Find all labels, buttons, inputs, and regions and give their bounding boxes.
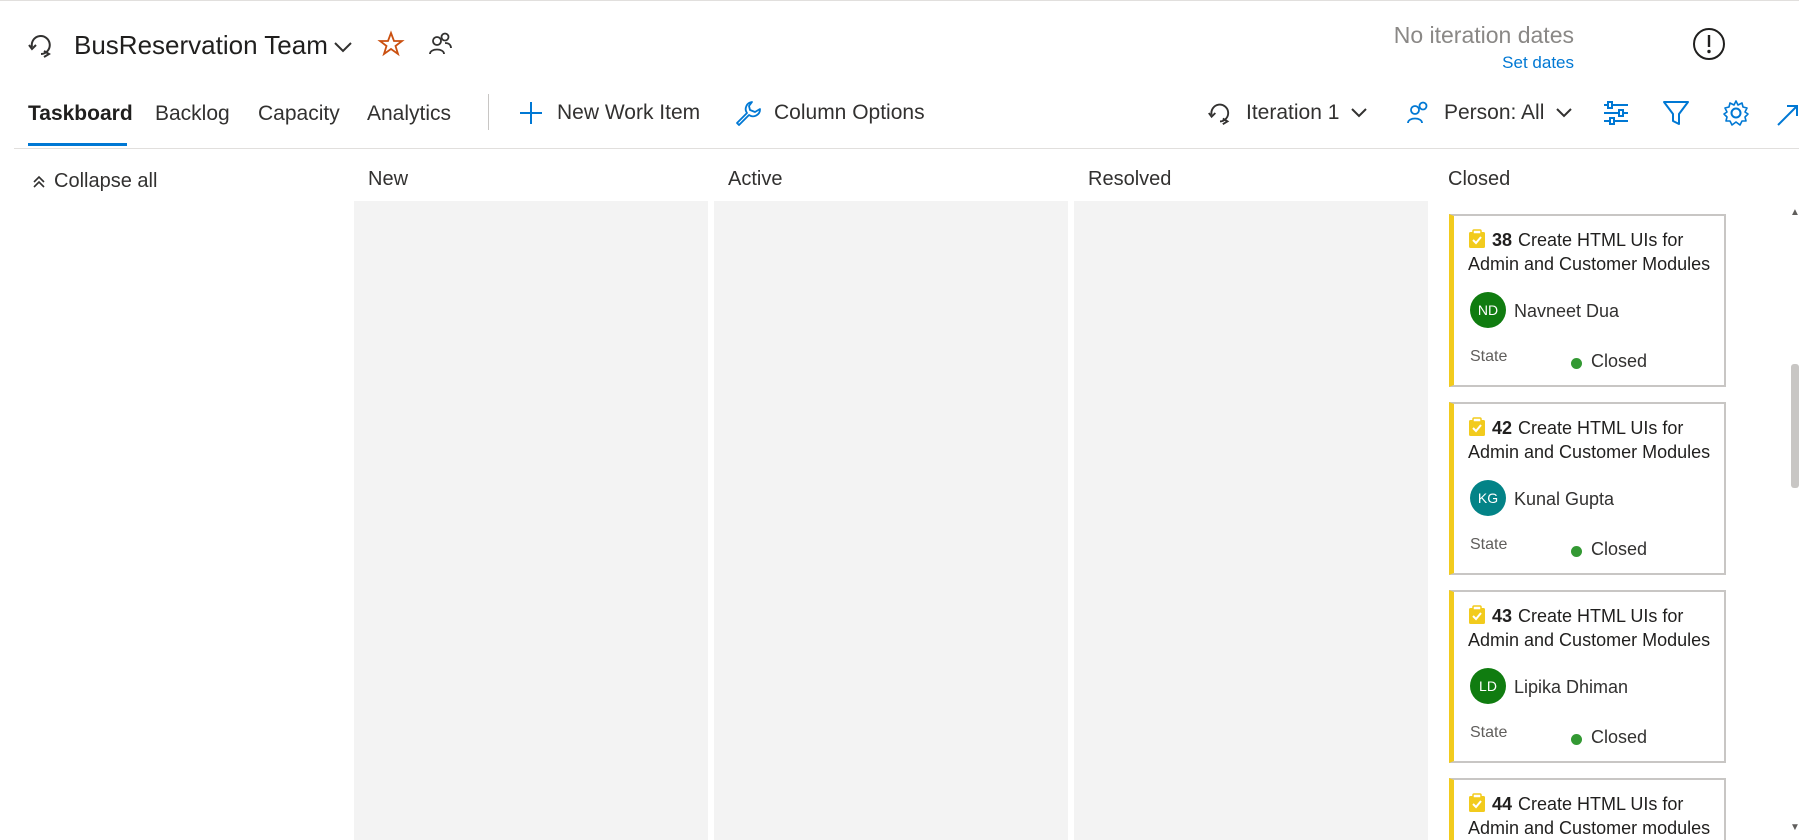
assignee-name[interactable]: Kunal Gupta	[1514, 489, 1614, 510]
column-header-resolved: Resolved	[1088, 168, 1172, 190]
tab-analytics[interactable]: Analytics	[367, 102, 451, 126]
avatar: KG	[1470, 480, 1506, 516]
state-indicator	[1571, 546, 1582, 557]
filter-icon[interactable]	[1661, 98, 1691, 128]
state-value[interactable]: Closed	[1591, 727, 1647, 748]
column-resolved	[1074, 201, 1428, 840]
chevron-down-icon	[1556, 108, 1573, 118]
task-icon	[1469, 605, 1485, 624]
work-item-card[interactable]: 43 Create HTML UIs for Admin and Customer…	[1449, 590, 1726, 763]
assignee-name[interactable]: Lipika Dhiman	[1514, 677, 1628, 698]
column-header-active: Active	[728, 168, 783, 190]
scroll-down-arrow[interactable]: ▼	[1790, 822, 1799, 833]
work-item-id[interactable]: 42	[1492, 418, 1512, 438]
nav-divider	[488, 94, 489, 130]
state-label: State	[1470, 348, 1508, 365]
new-work-item-label: New Work Item	[557, 101, 701, 124]
collapse-all-button[interactable]: Collapse all	[32, 170, 157, 193]
avatar: LD	[1470, 668, 1506, 704]
work-item-id[interactable]: 43	[1492, 606, 1512, 626]
work-item-card[interactable]: 44 Create HTML UIs for Admin and Customer…	[1449, 778, 1726, 840]
card-title-row: 44 Create HTML UIs for Admin and Customer…	[1468, 792, 1720, 840]
work-item-id[interactable]: 38	[1492, 230, 1512, 250]
iteration-label: Iteration 1	[1246, 101, 1340, 124]
column-header-closed: Closed	[1448, 168, 1511, 190]
collapse-icon	[33, 175, 45, 188]
assignee-name[interactable]: Navneet Dua	[1514, 301, 1619, 322]
fullscreen-icon[interactable]	[1775, 98, 1799, 128]
iteration-picker[interactable]: Iteration 1	[1206, 98, 1369, 128]
iteration-icon	[1208, 103, 1230, 126]
wrench-icon	[736, 101, 761, 126]
set-dates-link[interactable]: Set dates	[1394, 53, 1574, 73]
vertical-scrollbar[interactable]	[1791, 364, 1799, 488]
chevron-down-icon[interactable]	[332, 36, 354, 58]
state-value[interactable]: Closed	[1591, 539, 1647, 560]
work-item-card[interactable]: 38 Create HTML UIs for Admin and Customer…	[1449, 214, 1726, 387]
collapse-all-label: Collapse all	[54, 170, 158, 192]
task-icon	[1469, 229, 1485, 248]
tab-capacity[interactable]: Capacity	[258, 102, 340, 126]
team-members-icon[interactable]	[426, 30, 454, 58]
scroll-up-arrow[interactable]: ▲	[1790, 207, 1799, 218]
iteration-dates: No iteration dates Set dates	[1394, 22, 1574, 73]
no-iteration-dates-text: No iteration dates	[1393, 22, 1574, 48]
person-icon	[1407, 101, 1428, 124]
star-icon[interactable]	[377, 30, 405, 58]
state-value[interactable]: Closed	[1591, 351, 1647, 372]
alert-icon[interactable]	[1692, 27, 1726, 61]
column-options-button[interactable]: Column Options	[734, 98, 925, 128]
work-item-id[interactable]: 44	[1492, 794, 1512, 814]
card-title-row: 38 Create HTML UIs for Admin and Customer…	[1468, 228, 1720, 276]
team-name[interactable]: BusReservation Team	[74, 30, 328, 61]
person-filter-label: Person: All	[1444, 101, 1545, 124]
nav-bottom-border	[14, 148, 1799, 149]
column-active	[714, 201, 1068, 840]
iteration-icon	[28, 35, 51, 58]
active-tab-indicator	[28, 143, 127, 146]
task-icon	[1469, 417, 1485, 436]
state-indicator	[1571, 358, 1582, 369]
gear-icon[interactable]	[1721, 98, 1751, 128]
work-item-card[interactable]: 42 Create HTML UIs for Admin and Customer…	[1449, 402, 1726, 575]
avatar: ND	[1470, 292, 1506, 328]
settings-sliders-icon[interactable]	[1601, 98, 1631, 128]
tab-taskboard[interactable]: Taskboard	[28, 102, 133, 126]
column-new	[354, 201, 708, 840]
header: BusReservation Team No iteration dates S…	[0, 0, 1799, 90]
plus-icon	[520, 102, 542, 124]
person-filter[interactable]: Person: All	[1404, 98, 1574, 128]
chevron-down-icon	[1351, 108, 1368, 118]
column-header-new: New	[368, 168, 409, 190]
card-title-row: 43 Create HTML UIs for Admin and Customer…	[1468, 604, 1720, 652]
new-work-item-button[interactable]: New Work Item	[517, 98, 700, 128]
tab-backlog[interactable]: Backlog	[155, 102, 230, 126]
state-label: State	[1470, 536, 1508, 553]
task-icon	[1469, 793, 1485, 812]
column-options-label: Column Options	[774, 101, 925, 124]
state-label: State	[1470, 724, 1508, 741]
state-indicator	[1571, 734, 1582, 745]
card-title-row: 42 Create HTML UIs for Admin and Customer…	[1468, 416, 1720, 464]
